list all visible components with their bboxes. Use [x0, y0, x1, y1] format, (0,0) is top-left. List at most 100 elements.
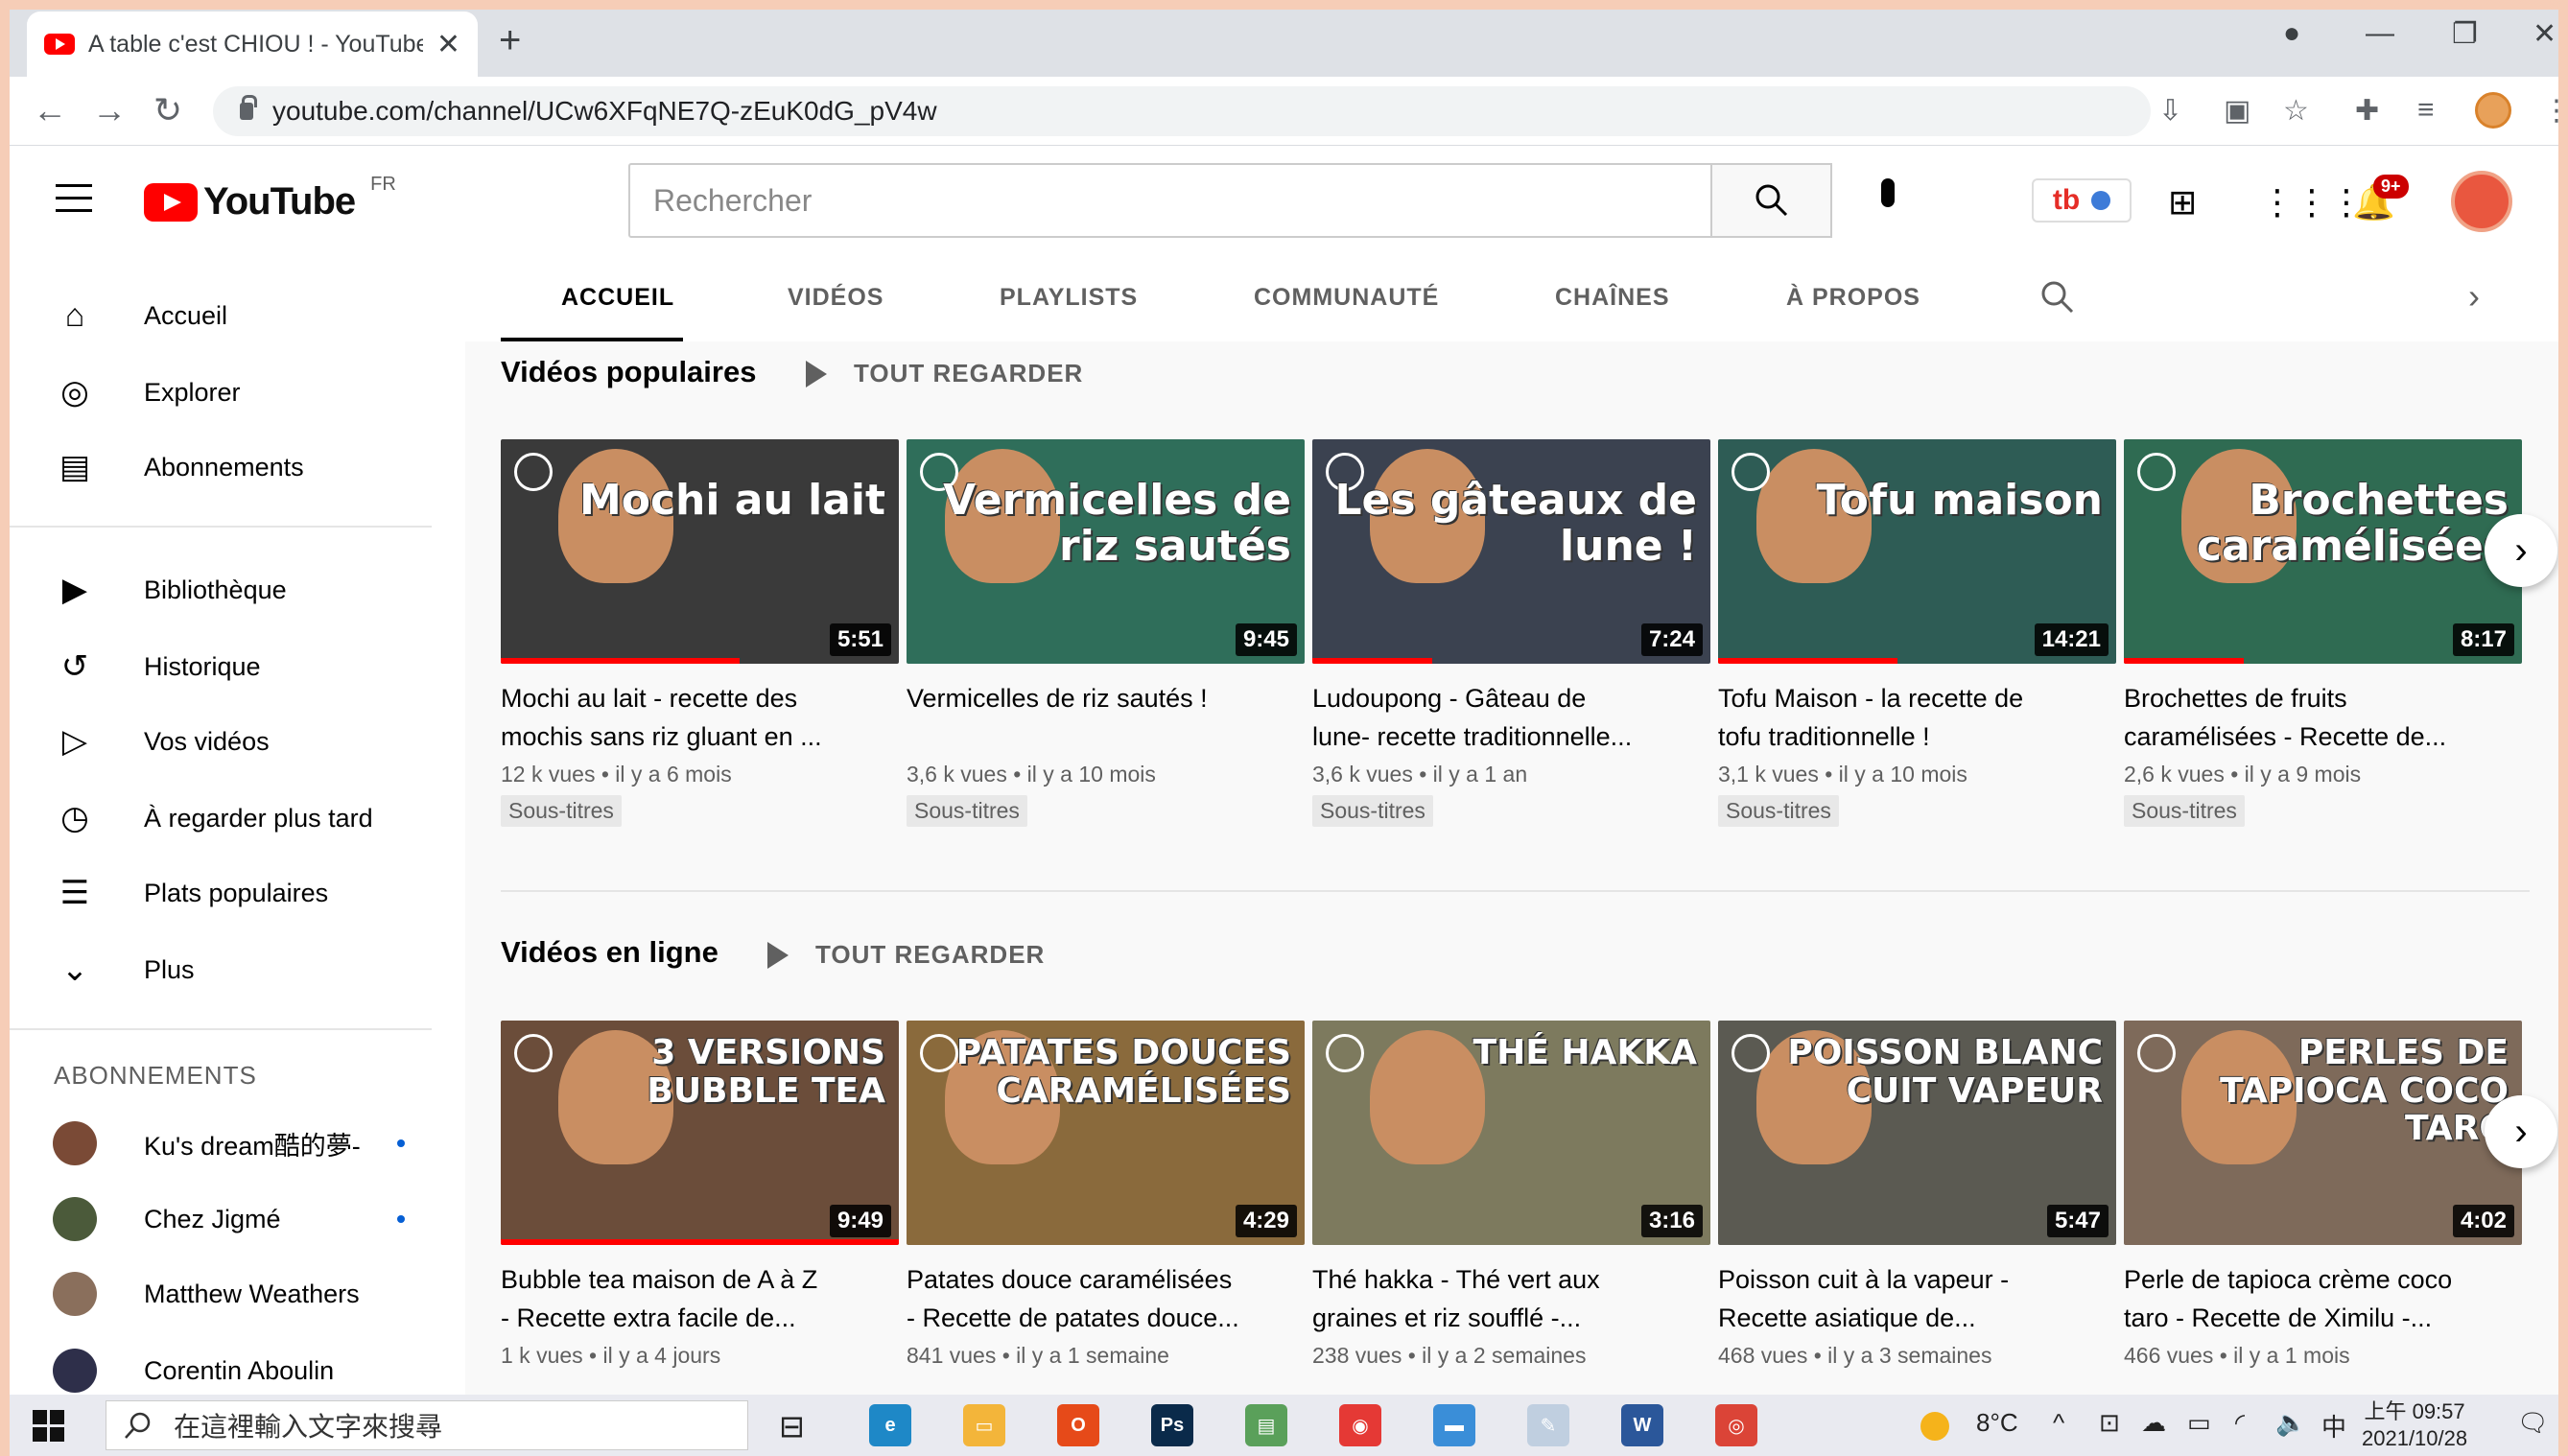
install-icon[interactable]: ⇩ — [2158, 94, 2182, 128]
tab-videos[interactable]: VIDÉOS — [788, 284, 883, 312]
extensions-icon[interactable]: ✚ — [2355, 94, 2379, 128]
tray-chevron-icon[interactable]: ^ — [2053, 1408, 2064, 1438]
video-card[interactable]: PERLES DE TAPIOCA COCO TARO 4:02 Perle de … — [2124, 1021, 2522, 1369]
video-title[interactable]: Ludoupong - Gâteau de lune- recette tradi… — [1312, 679, 1710, 756]
search-button[interactable] — [1712, 163, 1832, 238]
play-all-button[interactable]: TOUT REGARDER — [767, 940, 1045, 970]
taskbar-app-edge-icon[interactable]: e — [869, 1404, 911, 1446]
video-title[interactable]: Bubble tea maison de A à Z - Recette extr… — [501, 1260, 899, 1337]
restore-icon[interactable]: ❐ — [2452, 17, 2478, 51]
video-thumbnail[interactable]: PERLES DE TAPIOCA COCO TARO 4:02 — [2124, 1021, 2522, 1245]
shelf-next-arrow[interactable]: › — [2485, 1095, 2557, 1168]
youtube-logo[interactable]: YouTube FR — [144, 174, 396, 223]
video-card[interactable]: Les gâteaux de lune ! 7:24 Ludoupong - Gât… — [1312, 439, 1710, 827]
tab-accueil[interactable]: ACCUEIL — [561, 284, 674, 312]
video-card[interactable]: 3 VERSIONS BUBBLE TEA 9:49 Bubble tea mais… — [501, 1021, 899, 1369]
sidebar-item-bibliotheque[interactable]: ▶ Bibliothèque — [0, 556, 465, 623]
tab-chaines[interactable]: CHAÎNES — [1555, 284, 1670, 312]
video-card[interactable]: Brochettes caramélisées 8:17 Brochettes de… — [2124, 439, 2522, 827]
video-card[interactable]: POISSON BLANC CUIT VAPEUR 5:47 Poisson cui… — [1718, 1021, 2116, 1369]
video-thumbnail[interactable]: THÉ HAKKA 3:16 — [1312, 1021, 1710, 1245]
system-clock[interactable]: 上午 09:57 2021/10/28 — [2362, 1398, 2467, 1452]
taskbar-app-app-icon[interactable]: ▤ — [1245, 1404, 1287, 1446]
sidebar-item-historique[interactable]: ↺ Historique — [0, 633, 465, 700]
video-title[interactable]: Poisson cuit à la vapeur - Recette asiati… — [1718, 1260, 2116, 1337]
tab-a-propos[interactable]: À PROPOS — [1786, 284, 1920, 312]
sidebar-item-plus[interactable]: ⌄ Plus — [0, 936, 465, 1003]
subscription-item[interactable]: Matthew Weathers — [0, 1260, 465, 1327]
video-thumbnail[interactable]: Brochettes caramélisées 8:17 — [2124, 439, 2522, 664]
video-card[interactable]: Tofu maison 14:21 Tofu Maison - la recette… — [1718, 439, 2116, 827]
forward-icon[interactable]: → — [92, 90, 127, 130]
video-card[interactable]: THÉ HAKKA 3:16 Thé hakka - Thé vert aux gra… — [1312, 1021, 1710, 1369]
taskbar-app-office-icon[interactable]: O — [1057, 1404, 1099, 1446]
tab-communaute[interactable]: COMMUNAUTÉ — [1254, 284, 1439, 312]
tab-playlists[interactable]: PLAYLISTS — [1000, 284, 1138, 312]
video-title[interactable]: Perle de tapioca crème coco taro - Recett… — [2124, 1260, 2522, 1337]
video-card[interactable]: Vermicelles de riz sautés 9:45 Vermicelles… — [907, 439, 1305, 827]
tab-close-icon[interactable]: ✕ — [436, 28, 460, 61]
sidebar-item-vos-videos[interactable]: ▷ Vos vidéos — [0, 708, 465, 775]
reading-list-icon[interactable]: ≡ — [2417, 94, 2435, 127]
video-title[interactable]: Tofu Maison - la recette de tofu traditio… — [1718, 679, 2116, 756]
tray-battery-icon[interactable]: ▭ — [2187, 1408, 2211, 1438]
taskbar-search-input[interactable]: 在這裡輸入文字來搜尋 — [106, 1400, 748, 1450]
profile-dropdown-icon[interactable]: ● — [2283, 17, 2300, 50]
sidebar-item-plats-populaires[interactable]: ☰ Plats populaires — [0, 859, 465, 927]
sidebar-item-explorer[interactable]: ◎ Explorer — [0, 359, 465, 426]
video-thumbnail[interactable]: POISSON BLANC CUIT VAPEUR 5:47 — [1718, 1021, 2116, 1245]
taskbar-app-files-icon[interactable]: ▭ — [963, 1404, 1005, 1446]
minimize-icon[interactable]: — — [2366, 17, 2394, 50]
tray-network-icon[interactable]: ⊡ — [2099, 1408, 2120, 1438]
video-thumbnail[interactable]: 3 VERSIONS BUBBLE TEA 9:49 — [501, 1021, 899, 1245]
microphone-icon[interactable] — [1871, 178, 1905, 223]
tray-wifi-icon[interactable]: ◜ — [2235, 1408, 2245, 1438]
play-all-button[interactable]: TOUT REGARDER — [806, 359, 1083, 388]
tabs-scroll-right-icon[interactable]: › — [2468, 276, 2480, 317]
subscription-item[interactable]: Chez Jigmé — [0, 1186, 465, 1253]
taskbar-app-paint-icon[interactable]: ✎ — [1527, 1404, 1569, 1446]
sidebar-item-regarder-plus-tard[interactable]: ◷ À regarder plus tard — [0, 785, 465, 852]
back-icon[interactable]: ← — [33, 90, 67, 130]
bookmark-star-icon[interactable]: ☆ — [2283, 94, 2309, 128]
new-tab-button[interactable]: + — [499, 21, 521, 59]
translate-icon[interactable]: ▣ — [2224, 94, 2250, 128]
video-thumbnail[interactable]: Les gâteaux de lune ! 7:24 — [1312, 439, 1710, 664]
tray-volume-icon[interactable]: 🔈 — [2275, 1408, 2306, 1438]
window-close-icon[interactable]: ✕ — [2533, 17, 2556, 51]
notification-center-icon[interactable]: 🗨 — [2517, 1408, 2549, 1438]
taskbar-app-chrome-icon[interactable]: ◎ — [1715, 1404, 1757, 1446]
subscription-item[interactable]: Ku's dream酷的夢- — [0, 1110, 465, 1177]
extension-button[interactable]: tb — [2032, 178, 2132, 223]
tray-cloud-icon[interactable]: ☁ — [2141, 1408, 2166, 1438]
browser-menu-icon[interactable]: ⋮ — [2542, 94, 2568, 128]
taskbar-app-photoshop-icon[interactable]: Ps — [1151, 1404, 1193, 1446]
video-title[interactable]: Brochettes de fruits caramélisées - Recet… — [2124, 679, 2522, 756]
video-card[interactable]: Mochi au lait 5:51 Mochi au lait - recette… — [501, 439, 899, 827]
account-avatar[interactable] — [2451, 171, 2512, 232]
weather-temperature[interactable]: 8°C — [1976, 1408, 2018, 1438]
taskbar-app-monitor-icon[interactable]: ▬ — [1433, 1404, 1475, 1446]
video-card[interactable]: PATATES DOUCES CARAMÉLISÉES 4:29 Patates d… — [907, 1021, 1305, 1369]
video-title[interactable]: Thé hakka - Thé vert aux graines et riz s… — [1312, 1260, 1710, 1337]
video-thumbnail[interactable]: Tofu maison 14:21 — [1718, 439, 2116, 664]
sidebar-item-abonnements[interactable]: ▤ Abonnements — [0, 434, 465, 501]
video-thumbnail[interactable]: Vermicelles de riz sautés 9:45 — [907, 439, 1305, 664]
shelf-next-arrow[interactable]: › — [2485, 514, 2557, 587]
address-bar[interactable]: youtube.com/channel/UCw6XFqNE7Q-zEuK0dG_… — [213, 86, 2151, 136]
video-title[interactable]: Mochi au lait - recette des mochis sans r… — [501, 679, 899, 756]
video-thumbnail[interactable]: PATATES DOUCES CARAMÉLISÉES 4:29 — [907, 1021, 1305, 1245]
input-method-indicator[interactable]: 中 — [2321, 1408, 2346, 1444]
apps-grid-icon[interactable]: ⋮⋮⋮ — [2260, 182, 2364, 223]
browser-profile-avatar[interactable] — [2475, 92, 2511, 129]
sidebar-item-accueil[interactable]: ⌂ Accueil — [0, 282, 465, 349]
browser-tab[interactable]: A table c'est CHIOU ! - YouTube ✕ — [27, 12, 478, 77]
taskbar-app-app2-icon[interactable]: ◉ — [1339, 1404, 1381, 1446]
search-input[interactable]: Rechercher — [628, 163, 1712, 238]
windows-start-icon[interactable] — [33, 1410, 65, 1443]
task-view-icon[interactable]: ⊟ — [779, 1408, 805, 1444]
reload-icon[interactable]: ↻ — [153, 90, 182, 130]
video-title[interactable]: Vermicelles de riz sautés ! — [907, 679, 1305, 756]
channel-search-icon[interactable] — [2038, 278, 2077, 317]
taskbar-app-word-icon[interactable]: W — [1621, 1404, 1663, 1446]
